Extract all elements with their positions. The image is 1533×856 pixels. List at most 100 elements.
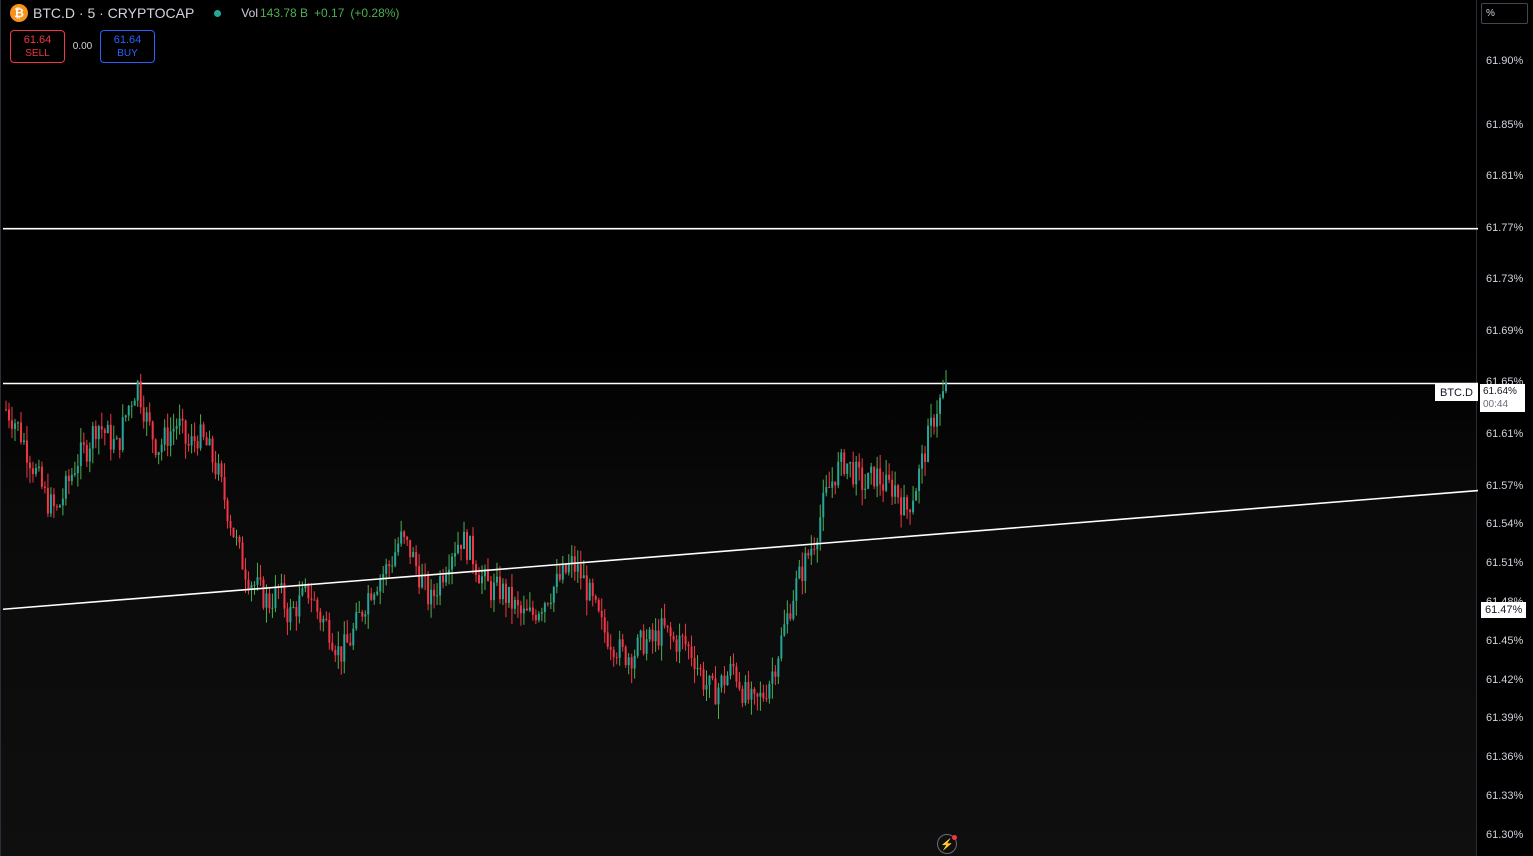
price-unit-selector[interactable]: % xyxy=(1481,3,1528,24)
candle-up xyxy=(837,461,840,486)
candle-down xyxy=(909,509,912,513)
candle-up xyxy=(543,603,546,613)
candle-up xyxy=(394,552,397,566)
candle-down xyxy=(25,440,28,463)
candle-down xyxy=(669,627,672,637)
symbol-title[interactable]: BTC.D · 5 · CRYPTOCAP xyxy=(33,5,194,21)
candle-down xyxy=(328,620,331,643)
sell-label: SELL xyxy=(25,47,50,59)
candle-up xyxy=(921,453,924,469)
price-axis-tick: 61.61% xyxy=(1486,428,1524,440)
candle-up xyxy=(112,439,115,450)
candle-up xyxy=(537,613,540,621)
candle-up xyxy=(397,543,400,553)
candle-down xyxy=(442,575,445,583)
candle-down xyxy=(85,444,88,462)
candle-down xyxy=(433,589,436,597)
candle-up xyxy=(660,618,663,646)
candle-down xyxy=(316,599,319,612)
candle-up xyxy=(364,614,367,617)
candle-down xyxy=(19,422,22,443)
price-axis[interactable]: 61.90% 61.85% 61.81% 61.77% 61.73% 61.69% 61.6… xyxy=(1478,0,1533,856)
candle-down xyxy=(516,599,519,606)
candle-up xyxy=(163,427,166,445)
candle-up xyxy=(645,639,648,654)
chart-pane[interactable] xyxy=(0,0,1478,856)
candle-down xyxy=(891,479,894,497)
candle-down xyxy=(154,439,157,455)
price-chart[interactable] xyxy=(1,0,1478,856)
candle-up xyxy=(157,452,160,455)
candle-down xyxy=(693,658,696,669)
candle-up xyxy=(76,466,79,474)
price-axis-tick: 61.69% xyxy=(1486,325,1524,337)
candle-down xyxy=(765,698,768,700)
buy-label: BUY xyxy=(117,47,138,59)
candle-down xyxy=(118,438,121,451)
candle-down xyxy=(666,625,669,628)
candle-down xyxy=(558,573,561,580)
candle-down xyxy=(624,646,627,666)
buy-price: 61.64 xyxy=(113,33,142,46)
candle-up xyxy=(373,594,376,600)
candle-up xyxy=(942,391,945,398)
candle-down xyxy=(427,575,430,605)
candle-down xyxy=(418,566,421,588)
market-status-dot xyxy=(214,9,222,17)
candle-down xyxy=(504,583,507,603)
candle-up xyxy=(636,637,639,656)
candle-up xyxy=(759,692,762,697)
candle-down xyxy=(238,536,241,543)
candle-up xyxy=(867,472,870,489)
volume-change-percent: (+0.28%) xyxy=(350,6,400,20)
candle-down xyxy=(388,564,391,567)
spread-value: 0.00 xyxy=(72,41,93,52)
candle-up xyxy=(912,500,915,513)
candle-down xyxy=(591,582,594,597)
candle-down xyxy=(184,420,187,444)
candle-up xyxy=(130,405,133,407)
candle-down xyxy=(801,566,804,581)
candle-up xyxy=(106,424,109,434)
candle-down xyxy=(861,467,864,490)
candle-up xyxy=(97,426,100,440)
candle-up xyxy=(34,467,37,474)
candle-up xyxy=(501,583,504,600)
sell-button[interactable]: 61.64 SELL xyxy=(10,30,65,63)
price-axis-tick: 61.33% xyxy=(1486,790,1524,802)
candle-up xyxy=(549,602,552,605)
candle-down xyxy=(247,579,250,591)
candle-down xyxy=(67,475,70,482)
candle-up xyxy=(588,582,591,601)
candle-up xyxy=(618,639,621,658)
candle-down xyxy=(415,552,418,567)
price-axis-tick: 61.77% xyxy=(1486,222,1524,234)
candle-down xyxy=(205,437,208,446)
candle-down xyxy=(852,462,855,485)
candle-down xyxy=(510,586,513,609)
candle-down xyxy=(325,618,328,621)
candle-up xyxy=(798,566,801,579)
candle-down xyxy=(109,424,112,450)
candle-down xyxy=(187,443,190,446)
candle-down xyxy=(882,484,885,491)
candle-down xyxy=(142,407,145,422)
candle-up xyxy=(750,688,753,700)
candle-down xyxy=(489,581,492,601)
candle-down xyxy=(843,452,846,474)
candle-up xyxy=(253,584,256,586)
bitcoin-icon: ₿ xyxy=(10,4,28,22)
candle-up xyxy=(654,630,657,642)
price-axis-tick: 61.54% xyxy=(1486,518,1524,530)
candle-up xyxy=(457,544,460,554)
price-axis-tick: 61.30% xyxy=(1486,829,1524,841)
buy-button[interactable]: 61.64 BUY xyxy=(100,30,155,63)
candle-up xyxy=(355,611,358,629)
candle-down xyxy=(897,485,900,498)
candle-up xyxy=(235,536,238,538)
price-axis-tick: 61.73% xyxy=(1486,273,1524,285)
candle-up xyxy=(786,613,789,625)
candle-up xyxy=(199,424,202,449)
candle-down xyxy=(460,544,463,549)
candle-up xyxy=(121,417,124,451)
